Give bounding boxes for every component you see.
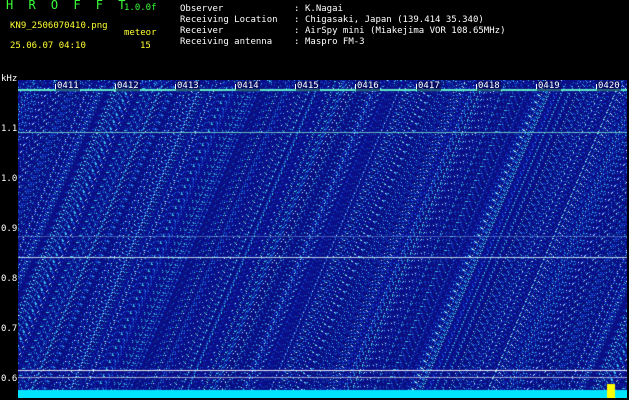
- time-label: 0411: [56, 81, 80, 91]
- observer-label: Observer: [180, 4, 224, 14]
- location-colon: :: [294, 15, 300, 25]
- time-label: 0414: [236, 81, 260, 91]
- antenna-label: Receiving antenna: [180, 37, 273, 47]
- datetime-label: 25.06.07 04:10: [10, 41, 86, 51]
- observer-colon: :: [294, 4, 300, 14]
- receiver-value: AirSpy mini (Miakejima VOR 108.65MHz): [305, 26, 506, 36]
- version-label: 1.0.0f: [124, 3, 157, 13]
- time-label: 0417: [417, 81, 441, 91]
- y-tick-label: 0.9: [1, 224, 18, 234]
- y-tick-label: 1.1: [1, 124, 18, 134]
- spectrogram-plot: [18, 80, 627, 398]
- app-title: H R O F F T: [6, 0, 130, 12]
- observer-value: K.Nagai: [305, 4, 343, 14]
- receiver-label: Receiver: [180, 26, 224, 36]
- y-tick-label: 1.0: [1, 174, 18, 184]
- y-tick-label: 0.6: [1, 374, 18, 384]
- time-label: 0419: [537, 81, 561, 91]
- time-label: 0413: [176, 81, 200, 91]
- mode-label: meteor: [124, 28, 157, 38]
- time-label: 0415: [296, 81, 320, 91]
- y-tick-label: 0.7: [1, 324, 18, 334]
- time-label: 0412: [116, 81, 140, 91]
- time-label: 0420: [597, 81, 621, 91]
- antenna-colon: :: [294, 37, 300, 47]
- y-tick-label: 0.8: [1, 274, 18, 284]
- time-label: 0416: [356, 81, 380, 91]
- location-value: Chigasaki, Japan (139.414 35.340): [305, 15, 484, 25]
- count-label: 15: [140, 41, 151, 51]
- time-label: 0418: [477, 81, 501, 91]
- receiver-colon: :: [294, 26, 300, 36]
- spectrogram-canvas: [18, 80, 627, 398]
- filename-label: KN9_2506070410.png: [10, 21, 108, 31]
- antenna-value: Maspro FM-3: [305, 37, 365, 47]
- y-axis-unit: kHz: [1, 74, 18, 84]
- location-label: Receiving Location: [180, 15, 278, 25]
